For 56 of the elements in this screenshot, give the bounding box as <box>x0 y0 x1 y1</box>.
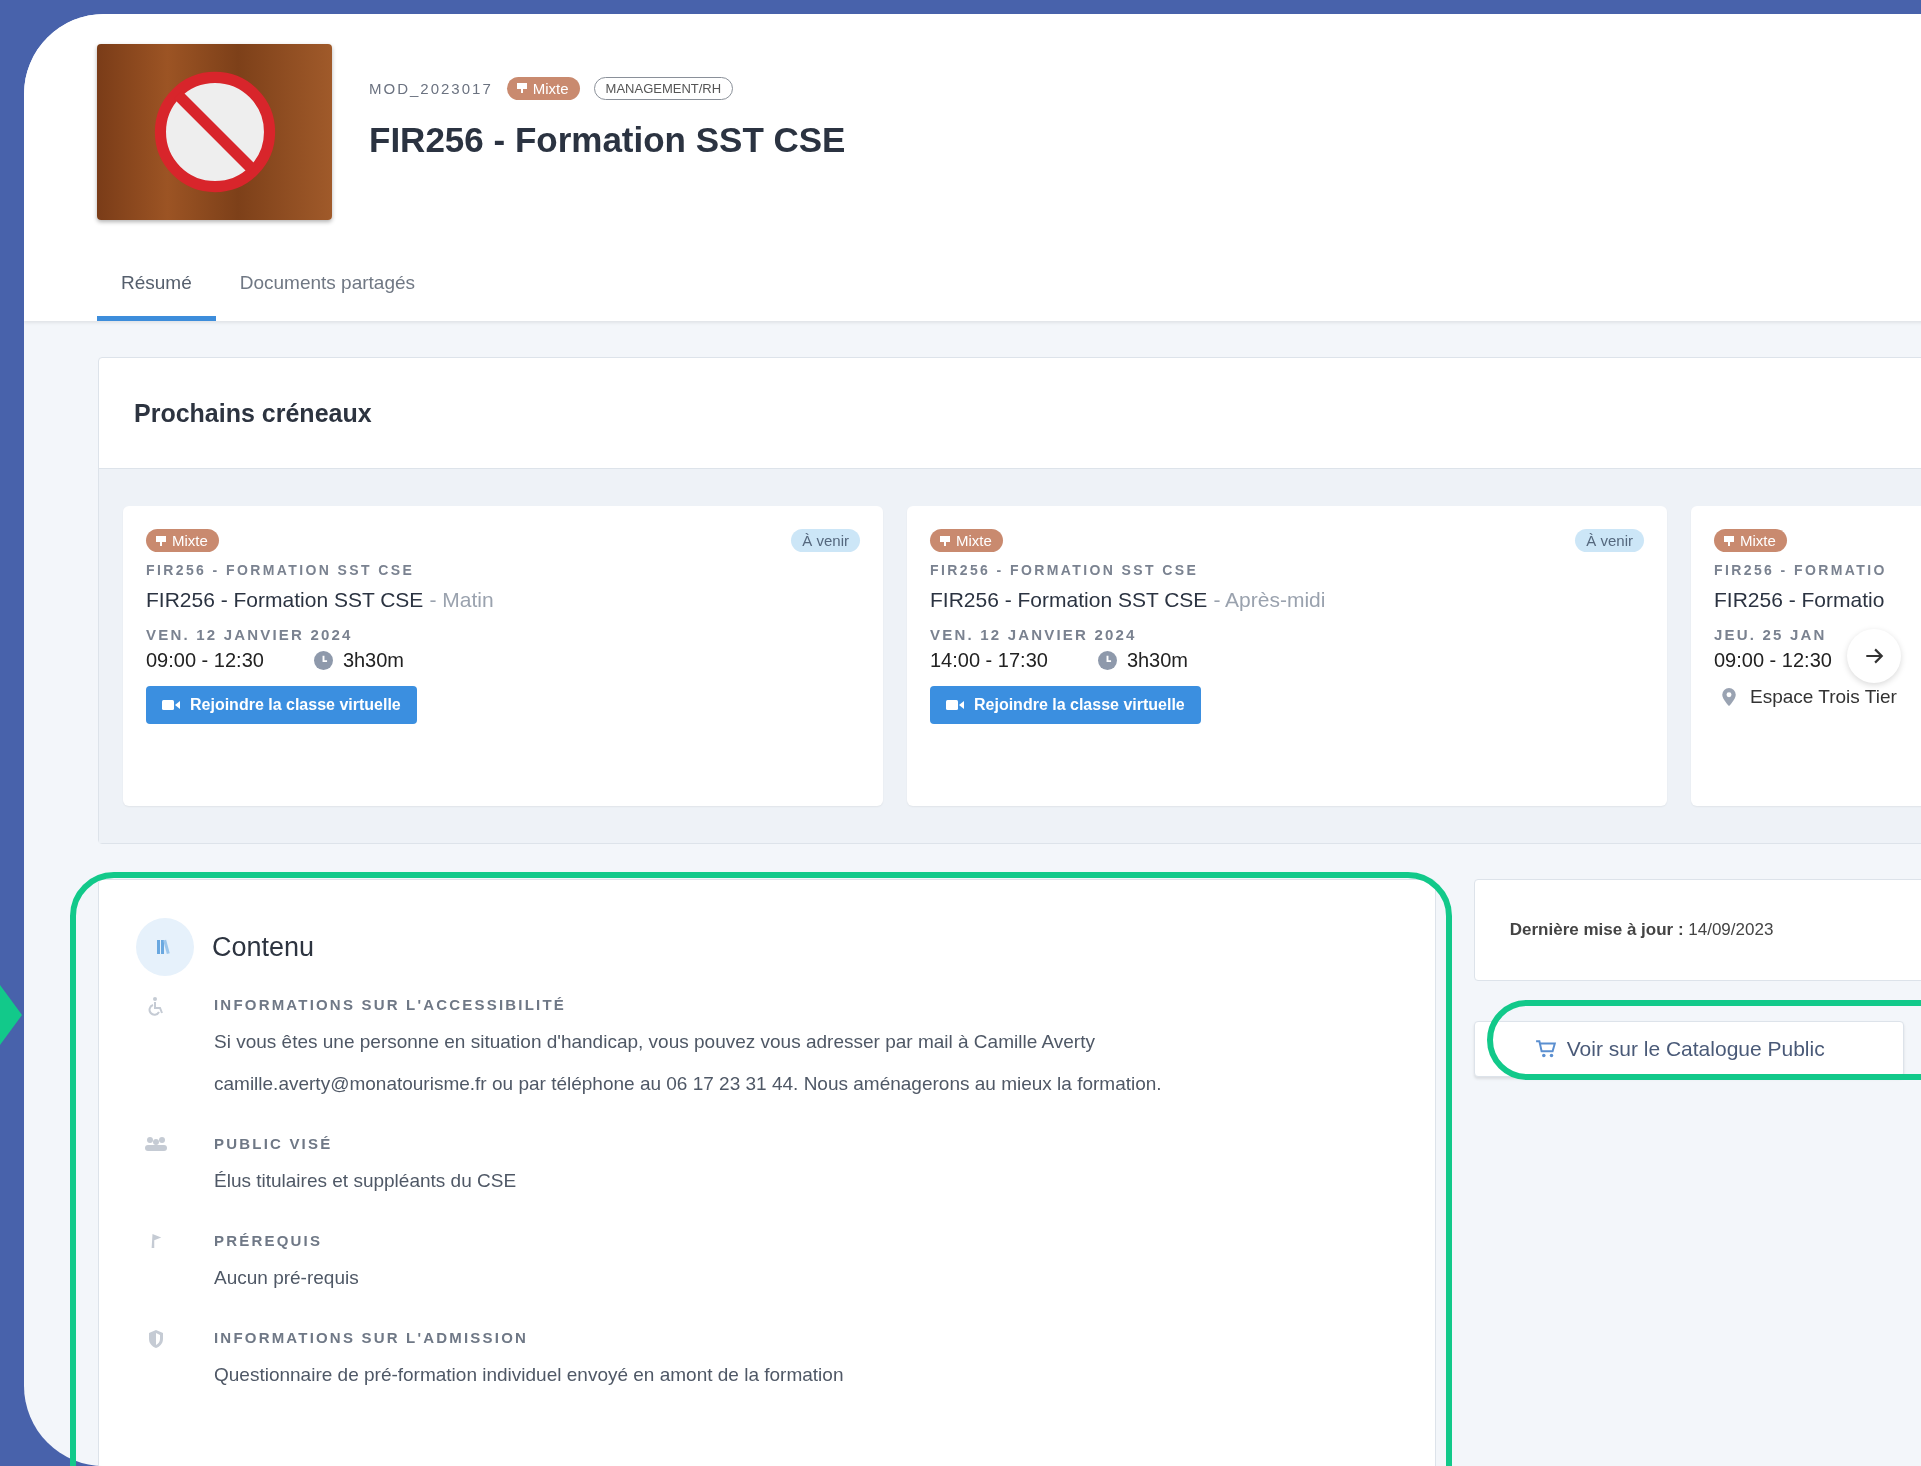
session-location: Espace Trois Tier <box>1750 686 1897 708</box>
info-label: INFORMATIONS SUR L'ADMISSION <box>214 1329 530 1346</box>
cart-icon <box>1534 1039 1557 1059</box>
session-part: - Après-midi <box>1213 588 1326 612</box>
flag-icon <box>149 1232 163 1250</box>
session-time: 09:00 - 12:30 <box>146 649 264 672</box>
video-camera-icon <box>946 699 964 711</box>
session-title: FIR256 - Formatio <box>1714 588 1885 612</box>
clock-icon <box>1097 651 1117 670</box>
users-icon <box>144 1135 168 1153</box>
info-text: Élus titulaires et suppléants du CSE <box>214 1169 517 1193</box>
session-time: 09:00 - 12:30 <box>1714 649 1832 672</box>
content-title: Contenu <box>212 931 315 963</box>
session-date: VEN. 12 JANVIER 2024 <box>146 626 353 643</box>
status-badge: À venir <box>791 529 860 552</box>
session-title: FIR256 - Formation SST CSE <box>146 588 424 612</box>
board-icon <box>939 534 951 547</box>
join-class-button[interactable]: Rejoindre la classe virtuelle <box>146 686 417 724</box>
session-title: FIR256 - Formation SST CSE <box>930 588 1208 612</box>
session-part: - Matin <box>429 588 494 612</box>
board-icon <box>155 534 167 547</box>
course-code: FIR256 - FORMATION SST CSE <box>930 562 1199 578</box>
info-text: Questionnaire de pré-formation individuel envoyé en amont de la formation <box>214 1363 844 1387</box>
session-duration: 3h30m <box>1126 649 1189 672</box>
mode-tag: Mixte <box>930 529 1003 552</box>
video-camera-icon <box>162 699 180 711</box>
last-update-text: Dernière mise à jour : 14/09/2023 <box>1509 920 1774 940</box>
tab[interactable]: Documents partagés <box>215 258 440 321</box>
section-title: Prochains créneaux <box>134 398 372 428</box>
session-date: VEN. 12 JANVIER 2024 <box>930 626 1137 643</box>
location-pin-icon <box>1722 688 1736 706</box>
catalogue-button[interactable]: Voir sur le Catalogue Public <box>1473 1021 1904 1077</box>
mode-tag: Mixte <box>506 76 580 100</box>
mode-tag: Mixte <box>146 529 219 552</box>
info-text: Aucun pré-requis <box>214 1266 359 1290</box>
board-icon <box>1723 534 1735 547</box>
session-time: 14:00 - 17:30 <box>930 649 1048 672</box>
session-date: JEU. 25 JAN <box>1714 626 1827 643</box>
pointer-arrow-icon <box>0 985 22 1045</box>
status-badge: À venir <box>1575 529 1644 552</box>
info-label: PUBLIC VISÉ <box>214 1135 334 1152</box>
info-text: Si vous êtes une personne en situation d'handicap, vous pouvez vous adresser par mail à Camille Averty camille.averty@monatourisme.fr ou par téléphone au 06 17 23 31 44. Nous aménagerons au mieux la formation. <box>214 1030 1163 1096</box>
mode-tag: Mixte <box>1714 529 1787 552</box>
course-code: FIR256 - FORMATIO <box>1714 562 1887 578</box>
session-duration: 3h30m <box>342 649 405 672</box>
shield-icon <box>148 1329 164 1349</box>
info-label: INFORMATIONS SUR L'ACCESSIBILITÉ <box>214 996 568 1013</box>
course-code: FIR256 - FORMATION SST CSE <box>146 562 415 578</box>
wheelchair-icon <box>146 996 166 1016</box>
clock-icon <box>313 651 333 670</box>
module-code: MOD_2023017 <box>369 79 493 97</box>
tab[interactable]: Résumé <box>97 258 216 321</box>
board-icon <box>515 82 528 94</box>
join-class-button[interactable]: Rejoindre la classe virtuelle <box>930 686 1201 724</box>
info-label: PRÉREQUIS <box>214 1232 324 1249</box>
module-title: FIR256 - Formation SST CSE <box>369 119 846 160</box>
